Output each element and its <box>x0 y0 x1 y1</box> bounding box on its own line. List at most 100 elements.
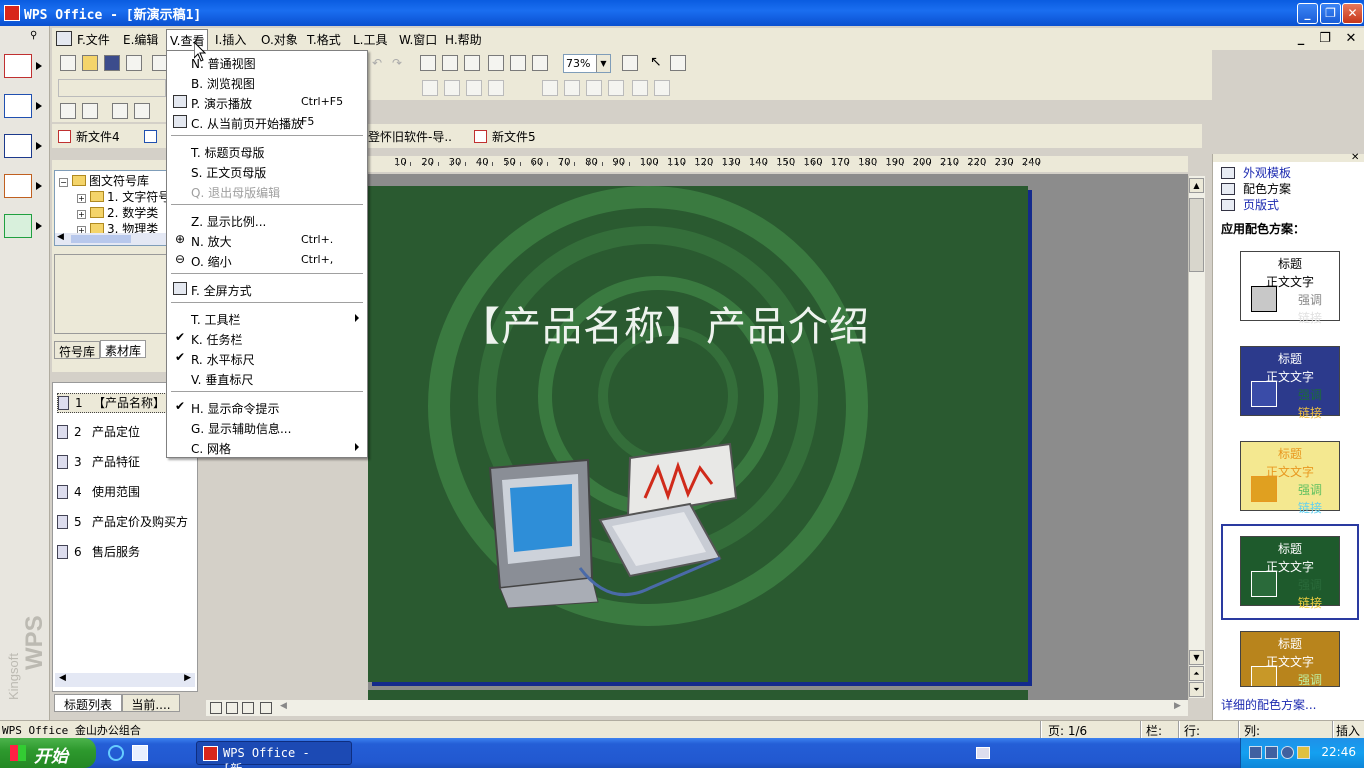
horizontal-ruler[interactable]: 1020304050607080901001101201301401501601… <box>368 156 1188 172</box>
keyboard-icon[interactable] <box>976 747 990 759</box>
menu-item-body-master[interactable]: S. 正文页母版 <box>169 161 365 181</box>
menu-item-horizontal-ruler[interactable]: ✔ R. 水平标尺 <box>169 348 365 368</box>
expand-icon[interactable]: + <box>77 210 86 219</box>
outline-view-icon[interactable] <box>226 702 238 714</box>
save-icon[interactable] <box>104 55 120 71</box>
shape-icon[interactable] <box>420 55 436 71</box>
open-icon[interactable] <box>82 55 98 71</box>
undo-icon[interactable]: ↶ <box>372 56 382 70</box>
spacing-down-icon[interactable] <box>654 80 670 96</box>
menu-edit[interactable]: E.编辑 <box>120 31 161 48</box>
scroll-thumb[interactable] <box>1189 198 1204 272</box>
menu-item-title-master[interactable]: T. 标题页母版 <box>169 141 365 161</box>
expand-icon[interactable] <box>60 103 76 119</box>
tree-root[interactable]: − 图文符号库 <box>59 172 149 188</box>
font-name-box[interactable] <box>58 79 166 97</box>
menu-item-slideshow[interactable]: P. 演示播放 Ctrl+F5 <box>169 92 365 112</box>
new-icon[interactable] <box>60 55 76 71</box>
doc-close-button[interactable]: ✕ <box>1342 32 1360 48</box>
menu-item-vertical-ruler[interactable]: V. 垂直标尺 <box>169 368 365 388</box>
doc-minimize-button[interactable]: _ <box>1292 32 1310 48</box>
justify-icon[interactable] <box>488 80 504 96</box>
maximize-button[interactable]: ❐ <box>1320 3 1341 24</box>
tab-new-file-4[interactable]: 新文件4 <box>56 128 120 146</box>
outline-item-2[interactable]: 2 产品定位 <box>57 423 140 443</box>
volume-icon[interactable] <box>1281 746 1294 759</box>
menu-item-grid[interactable]: C. 网格 <box>169 437 365 457</box>
indent-icon[interactable] <box>608 80 624 96</box>
collapse-icon[interactable] <box>82 103 98 119</box>
redo-icon[interactable]: ↷ <box>392 56 402 70</box>
color-scheme-option[interactable]: 标题 正文文字 强调 链接 <box>1240 441 1340 515</box>
spreadsheet-icon[interactable] <box>4 94 32 118</box>
tab-title-list[interactable]: 标题列表 <box>54 694 122 712</box>
outline-item-6[interactable]: 6 售后服务 <box>57 543 140 563</box>
menu-item-zoom-out[interactable]: ⊖ O. 缩小 Ctrl+, <box>169 250 365 270</box>
menu-item-taskbar[interactable]: ✔ K. 任务栏 <box>169 328 365 348</box>
menu-item-toolbars[interactable]: T. 工具栏 <box>169 308 365 328</box>
select-icon[interactable] <box>670 55 686 71</box>
color-scheme-option[interactable]: 标题 正文文字 强调 链接 <box>1240 631 1340 687</box>
sorter-view-icon[interactable] <box>242 702 254 714</box>
detailed-schemes-link[interactable]: 详细的配色方案... <box>1221 696 1316 713</box>
dictionary-icon[interactable] <box>4 214 32 238</box>
scroll-thumb[interactable] <box>71 235 131 243</box>
next-page-icon[interactable]: ⏷ <box>1189 682 1204 697</box>
network-icon[interactable] <box>1249 746 1262 759</box>
mail-icon[interactable] <box>4 174 32 198</box>
normal-view-icon[interactable] <box>210 702 222 714</box>
mail-arrow-icon[interactable] <box>36 182 42 190</box>
menu-window[interactable]: W.窗口 <box>396 31 440 48</box>
color-scheme-option[interactable]: 标题 正文文字 强调 链接 <box>1240 346 1340 420</box>
clock[interactable]: 22:46 <box>1321 745 1356 759</box>
menu-object[interactable]: O.对象 <box>258 31 301 48</box>
ie-icon[interactable] <box>108 745 124 761</box>
outdent-icon[interactable] <box>586 80 602 96</box>
tab-nostalgic-software[interactable]: 登怀旧软件-导.. <box>368 128 452 146</box>
menu-format[interactable]: T.格式 <box>304 31 344 48</box>
doc-restore-button[interactable]: ❐ <box>1316 32 1334 48</box>
wps-writer-icon[interactable] <box>4 54 32 78</box>
vertical-scrollbar[interactable]: ▲ ▼ ⏶ ⏷ <box>1188 176 1205 698</box>
menu-insert[interactable]: I.插入 <box>212 31 249 48</box>
desktop-icon[interactable] <box>132 745 148 761</box>
presentation-arrow-icon[interactable] <box>36 142 42 150</box>
zoom-select[interactable]: 73% ▼ <box>563 54 611 73</box>
print-icon[interactable] <box>126 55 142 71</box>
link-appearance-template[interactable]: 外观模板 <box>1221 164 1291 180</box>
tree-item[interactable]: +1. 文字符号 <box>77 188 170 204</box>
slide-title[interactable]: 【产品名称】产品介绍 <box>460 294 870 352</box>
tab-material-library[interactable]: 素材库 <box>100 340 147 358</box>
numbering-icon[interactable] <box>564 80 580 96</box>
align-right-icon[interactable] <box>466 80 482 96</box>
menu-item-command-tips[interactable]: ✔ H. 显示命令提示 <box>169 397 365 417</box>
tab-spreadsheet[interactable] <box>142 128 166 146</box>
document-icon[interactable] <box>56 31 72 46</box>
bullets-icon[interactable] <box>542 80 558 96</box>
align-center-icon[interactable] <box>444 80 460 96</box>
menu-file[interactable]: F.文件 <box>74 31 113 48</box>
outline-item-1[interactable]: 1 【产品名称】 <box>57 393 171 413</box>
wps-app-icon[interactable] <box>4 5 20 21</box>
color-scheme-option-selected[interactable]: 标题 正文文字 强调 链接 <box>1240 536 1340 610</box>
link-color-scheme[interactable]: 配色方案 <box>1221 180 1291 196</box>
collapse-icon[interactable]: − <box>59 178 68 187</box>
pin-icon[interactable]: ⚲ <box>30 30 37 41</box>
demote-icon[interactable] <box>134 103 150 119</box>
promote-icon[interactable] <box>112 103 128 119</box>
chart-icon[interactable] <box>464 55 480 71</box>
scroll-left-icon[interactable]: ◀ <box>57 232 64 242</box>
menu-item-zoom-ratio[interactable]: Z. 显示比例... <box>169 210 365 230</box>
menu-item-play-from-current[interactable]: C. 从当前页开始播放 F5 <box>169 112 365 132</box>
spacing-up-icon[interactable] <box>632 80 648 96</box>
frame-icon[interactable] <box>532 55 548 71</box>
table-icon[interactable] <box>488 55 504 71</box>
menu-item-browse-view[interactable]: B. 浏览视图 <box>169 72 365 92</box>
color-scheme-option[interactable]: 标题 正文文字 强调 链接 <box>1240 251 1340 325</box>
close-icon[interactable]: ✕ <box>1351 152 1359 163</box>
tab-current[interactable]: 当前.... <box>122 694 180 712</box>
tab-new-file-5[interactable]: 新文件5 <box>472 128 536 146</box>
title-bar[interactable]: WPS Office - [新演示稿1] _ ❐ ✕ <box>0 0 1364 26</box>
link-page-layout[interactable]: 页版式 <box>1221 196 1279 212</box>
menu-item-fullscreen[interactable]: F. 全屏方式 <box>169 279 365 299</box>
